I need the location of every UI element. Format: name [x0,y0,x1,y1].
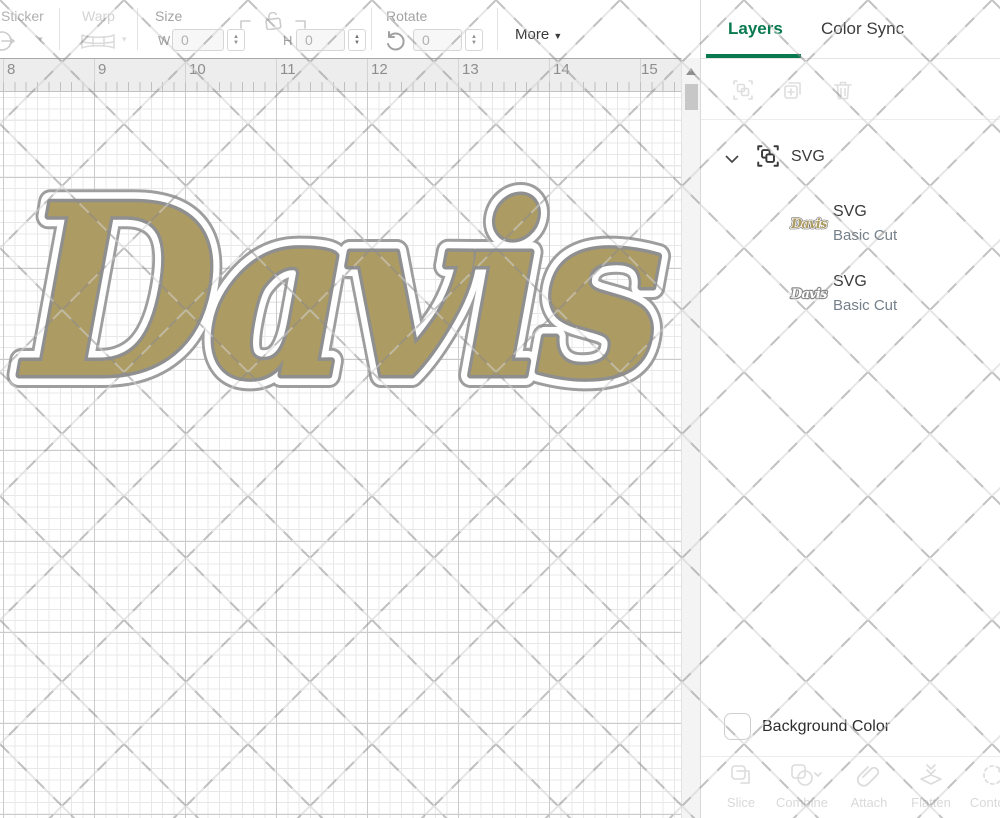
slice-icon [728,762,754,788]
height-stepper[interactable]: ▲▼ [348,29,366,51]
layer-group-label: SVG [791,148,825,166]
layer-cut-type: Basic Cut [833,297,897,314]
slice-button[interactable]: Slice [711,762,771,810]
more-caret-icon: ▼ [553,31,562,41]
sticker-offset-icon[interactable] [0,28,19,59]
layer-title: SVG [833,273,867,291]
warp-dropdown-caret-icon[interactable]: ▾ [122,34,127,45]
contour-label: Contour [963,795,1000,810]
attach-label: Attach [839,795,899,810]
group-icon [755,143,781,174]
warp-section-label: Warp [82,8,115,24]
layer-group-row[interactable]: SVG [701,140,1000,176]
ruler-number: 8 [7,61,15,78]
toolbar-divider [497,8,498,50]
layer-toolbar [701,76,1000,110]
attach-button[interactable]: Attach [839,762,899,810]
layer-row-gold[interactable]: Davis Davis Davis SVG Basic Cut [701,203,1000,263]
layer-cut-type: Basic Cut [833,227,897,244]
background-color-swatch[interactable] [724,713,751,740]
ruler-number: 10 [189,61,206,78]
rotate-input[interactable] [413,29,462,51]
combine-button[interactable]: Combine [772,762,832,810]
tab-color-sync[interactable]: Color Sync [821,19,904,39]
combine-label: Combine [772,795,832,810]
width-input[interactable] [172,29,224,51]
group-layers-icon[interactable] [731,78,755,102]
ruler-number: 13 [462,61,479,78]
more-button[interactable]: More ▼ [515,26,562,43]
layer-actions-bar: Slice Combine Attach Flatten Contour [701,757,1000,818]
layers-panel: Layers Color Sync SVG [700,0,1000,818]
toolbar-divider [371,8,372,50]
chevron-down-icon[interactable] [725,151,739,169]
ruler-number: 9 [98,61,106,78]
layer-thumbnail-gold: Davis Davis Davis [789,213,829,235]
rotate-section-label: Rotate [386,8,427,24]
width-field-label: W [158,33,170,48]
edit-toolbar: Sticker ▾ Warp ▾ Size W ▲▼ H ▲▼ Rotate ▲… [0,0,700,58]
delete-layer-icon[interactable] [831,78,855,102]
attach-icon [856,762,882,788]
ruler-number: 11 [280,61,296,78]
layer-title: SVG [833,203,867,221]
design-app-window: Sticker ▾ Warp ▾ Size W ▲▼ H ▲▼ Rotate ▲… [0,0,1000,818]
toolbar-divider [59,8,60,50]
artwork-gold-text[interactable]: Davis [18,153,659,431]
contour-button[interactable]: Contour [963,762,1000,810]
background-color-label: Background Color [762,718,890,736]
rotate-icon[interactable] [385,30,407,57]
scrollbar-thumb[interactable] [685,84,698,110]
scroll-up-arrow-icon[interactable] [686,68,696,75]
ruler-number: 12 [371,61,388,78]
ruler-number: 14 [553,61,570,78]
ruler-number: 15 [641,61,658,78]
sticker-section-label: Sticker [1,8,44,24]
sticker-dropdown-caret-icon[interactable]: ▾ [38,34,43,45]
horizontal-ruler: 8 9 10 11 12 13 14 15 [0,58,681,92]
ruler-minor-ticks [0,82,681,91]
flatten-label: Flatten [901,795,961,810]
more-button-label: More [515,26,549,43]
contour-icon [980,762,1000,788]
design-canvas[interactable]: Davis Davis Davis Davis [0,92,681,818]
flatten-icon [918,762,944,788]
canvas-vertical-scrollbar[interactable] [681,58,700,818]
height-field-label: H [283,33,292,48]
panel-divider [701,119,1000,120]
svg-text:Davis: Davis [790,217,828,232]
combine-icon [789,762,815,788]
layer-row-outline[interactable]: Davis Davis SVG Basic Cut [701,273,1000,333]
layer-thumbnail-outline: Davis Davis [789,283,829,305]
toolbar-divider [137,8,138,50]
flatten-button[interactable]: Flatten [901,762,961,810]
warp-icon[interactable] [80,32,116,56]
slice-label: Slice [711,795,771,810]
rotate-stepper[interactable]: ▲▼ [465,29,483,51]
height-input[interactable] [296,29,345,51]
svg-text:Davis: Davis [790,287,828,302]
duplicate-layer-icon[interactable] [781,78,805,102]
tab-layers[interactable]: Layers [728,19,783,39]
background-color-row: Background Color [701,706,1000,750]
artwork-davis-svg[interactable]: Davis Davis Davis Davis [0,92,681,818]
size-section-label: Size [155,8,182,24]
tabs-divider [701,58,1000,59]
